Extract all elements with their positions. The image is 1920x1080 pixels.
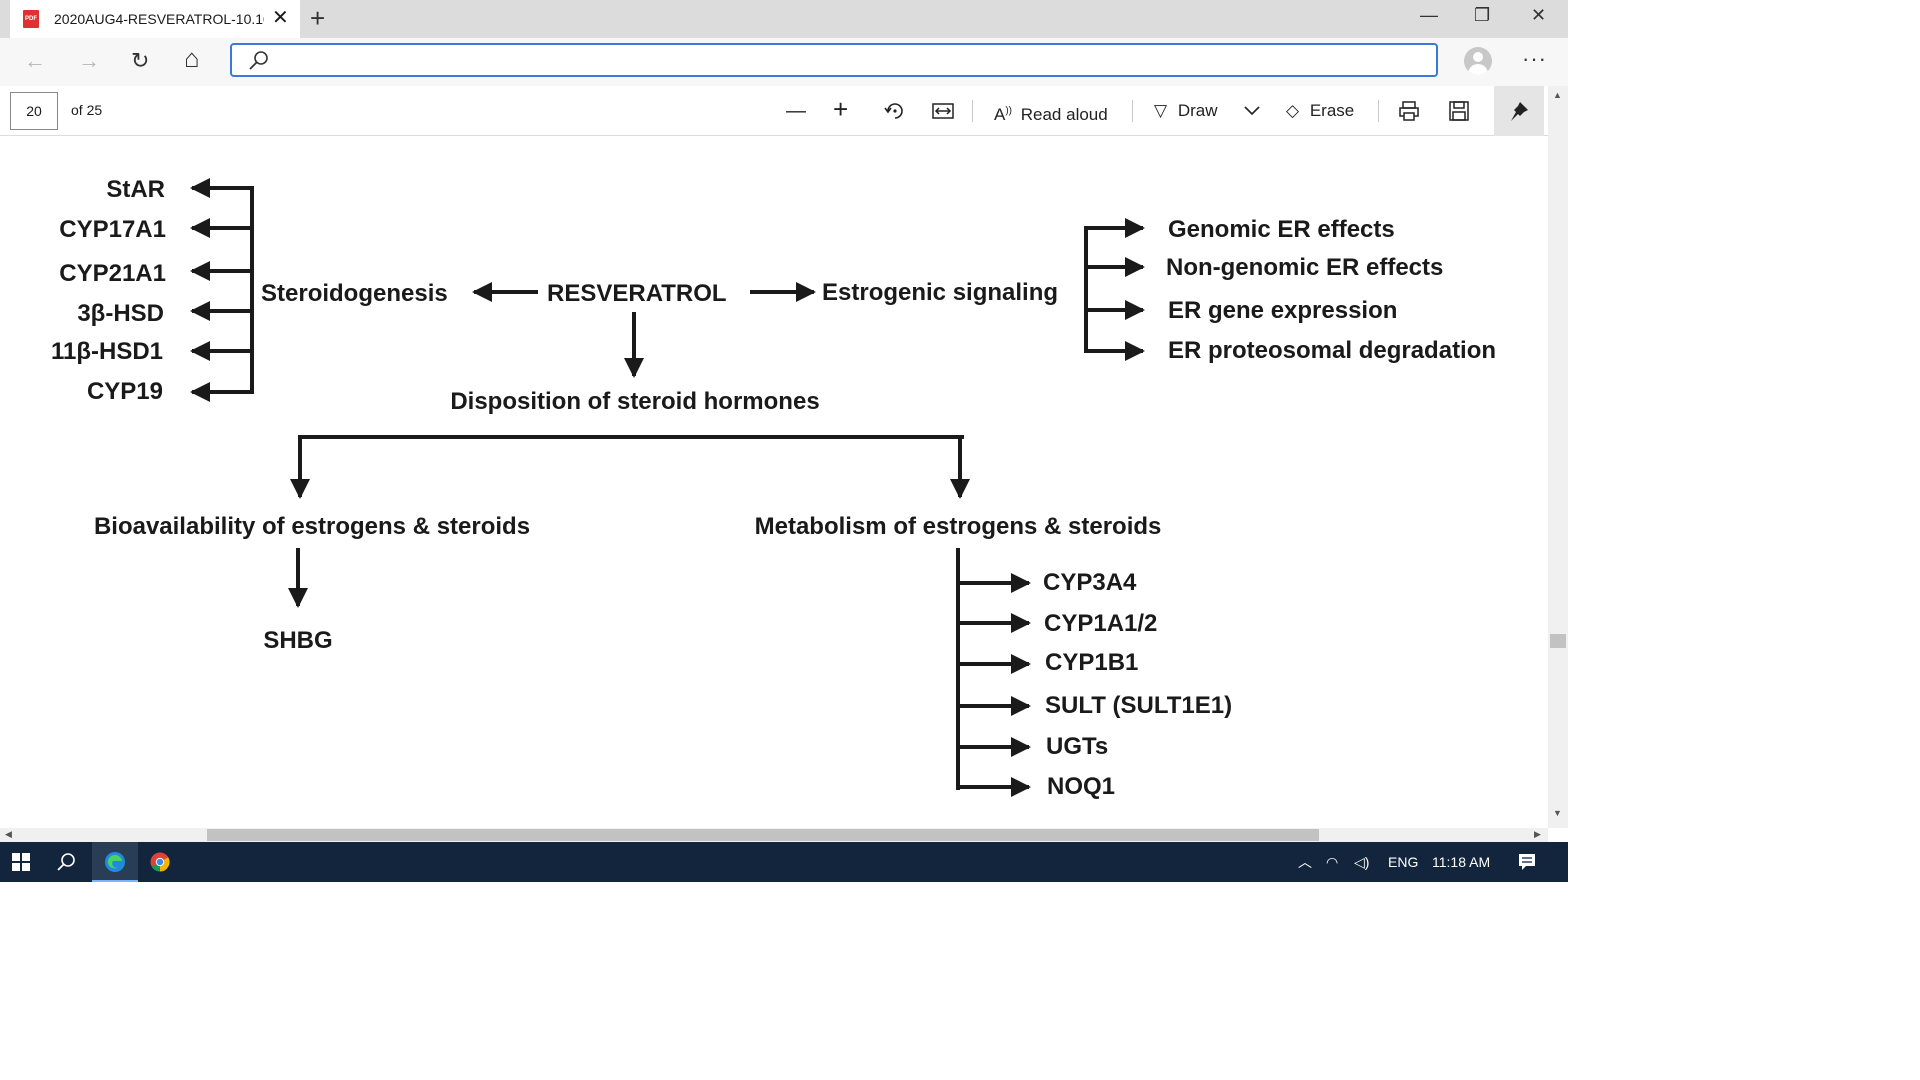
steroidogenesis-label: Steroidogenesis bbox=[261, 280, 448, 307]
rotate-icon[interactable] bbox=[884, 100, 906, 122]
draw-button[interactable]: ▽ Draw bbox=[1154, 98, 1217, 124]
scroll-right-arrow[interactable]: ▶ bbox=[1534, 829, 1541, 840]
read-aloud-icon: A)) bbox=[994, 104, 1013, 124]
forward-button[interactable]: → bbox=[78, 48, 100, 74]
toolbar-divider bbox=[1132, 100, 1133, 122]
wifi-icon[interactable]: ◠ bbox=[1326, 854, 1338, 870]
target-cyp19: CYP19 bbox=[87, 378, 163, 405]
eraser-icon: ◇ bbox=[1286, 101, 1300, 120]
pdf-file-icon: PDF bbox=[23, 10, 39, 28]
target-cyp3a4: CYP3A4 bbox=[1043, 569, 1137, 596]
save-icon[interactable] bbox=[1448, 100, 1470, 122]
horizontal-scroll-thumb[interactable] bbox=[207, 829, 1319, 841]
print-icon[interactable] bbox=[1398, 100, 1420, 122]
windows-start-icon[interactable] bbox=[12, 853, 30, 871]
toolbar-divider bbox=[1378, 100, 1379, 122]
disposition-label: Disposition of steroid hormones bbox=[450, 388, 819, 415]
target-genomic-er: Genomic ER effects bbox=[1168, 216, 1395, 243]
read-aloud-button[interactable]: A)) Read aloud bbox=[994, 98, 1108, 128]
language-indicator[interactable]: ENG bbox=[1388, 854, 1418, 870]
restore-button[interactable]: ❐ bbox=[1474, 5, 1490, 25]
refresh-button[interactable]: ↻ bbox=[131, 48, 149, 74]
navigation-bar: ← → ↻ ⌂ ··· bbox=[0, 38, 1568, 86]
target-star: StAR bbox=[106, 176, 165, 203]
target-3b-hsd: 3β-HSD bbox=[77, 300, 164, 327]
volume-icon[interactable]: ◁) bbox=[1354, 854, 1369, 870]
profile-avatar[interactable] bbox=[1464, 47, 1492, 75]
chevron-up-icon[interactable]: ︿ bbox=[1298, 854, 1312, 870]
target-cyp21a1: CYP21A1 bbox=[59, 260, 166, 287]
scroll-up-arrow[interactable]: ▲ bbox=[1553, 90, 1562, 100]
address-bar[interactable] bbox=[230, 43, 1438, 77]
search-icon[interactable] bbox=[56, 852, 76, 872]
edge-icon bbox=[105, 852, 125, 872]
target-er-proteosomal: ER proteosomal degradation bbox=[1168, 337, 1496, 364]
back-button[interactable]: ← bbox=[24, 48, 46, 74]
target-cyp1a12: CYP1A1/2 bbox=[1044, 610, 1157, 637]
target-noq1: NOQ1 bbox=[1047, 773, 1115, 800]
chevron-down-icon[interactable] bbox=[1244, 106, 1260, 116]
fit-to-width-icon[interactable] bbox=[932, 102, 954, 120]
draw-label: Draw bbox=[1177, 101, 1218, 120]
target-nongenomic-er: Non-genomic ER effects bbox=[1166, 254, 1443, 281]
zoom-out-button[interactable]: — bbox=[786, 98, 806, 124]
toolbar-divider bbox=[972, 100, 973, 122]
scroll-down-arrow[interactable]: ▼ bbox=[1553, 808, 1562, 818]
read-aloud-label: Read aloud bbox=[1020, 104, 1108, 124]
pin-toolbar-button[interactable] bbox=[1494, 86, 1544, 136]
scroll-left-arrow[interactable]: ◀ bbox=[5, 829, 12, 840]
close-tab-icon[interactable]: ✕ bbox=[272, 7, 289, 29]
pin-icon bbox=[1511, 102, 1528, 121]
tab-title: 2020AUG4-RESVERATROL-10.10 bbox=[54, 11, 264, 27]
target-cyp17a1: CYP17A1 bbox=[59, 216, 166, 243]
clock[interactable]: 11:18 AM bbox=[1432, 854, 1490, 870]
metabolism-label: Metabolism of estrogens & steroids bbox=[755, 513, 1162, 540]
vertical-scroll-thumb[interactable] bbox=[1550, 634, 1566, 648]
zoom-in-button[interactable]: + bbox=[833, 96, 848, 122]
erase-button[interactable]: ◇ Erase bbox=[1286, 98, 1354, 124]
notification-icon[interactable] bbox=[1518, 853, 1536, 871]
more-menu-button[interactable]: ··· bbox=[1522, 46, 1547, 72]
target-er-gene-expression: ER gene expression bbox=[1168, 297, 1397, 324]
vertical-scrollbar[interactable] bbox=[1548, 86, 1568, 828]
taskbar: ︿ ◠ ◁) ENG 11:18 AM bbox=[0, 842, 1568, 882]
page-total: of 25 bbox=[71, 102, 103, 118]
title-bar: PDF 2020AUG4-RESVERATROL-10.10 ✕ + — ❐ ✕ bbox=[0, 0, 1568, 38]
page-number-input[interactable]: 20 bbox=[10, 92, 58, 130]
shbg-label: SHBG bbox=[263, 627, 332, 654]
minimize-button[interactable]: — bbox=[1420, 5, 1438, 25]
target-ugts: UGTs bbox=[1046, 733, 1108, 760]
draw-pen-icon: ▽ bbox=[1154, 101, 1168, 120]
target-cyp1b1: CYP1B1 bbox=[1045, 649, 1138, 676]
edge-taskbar-button[interactable] bbox=[92, 842, 138, 882]
new-tab-button[interactable]: + bbox=[310, 3, 325, 33]
bioavailability-label: Bioavailability of estrogens & steroids bbox=[94, 513, 530, 540]
erase-label: Erase bbox=[1309, 101, 1355, 120]
close-window-button[interactable]: ✕ bbox=[1531, 5, 1546, 25]
browser-tab[interactable]: PDF 2020AUG4-RESVERATROL-10.10 ✕ bbox=[10, 0, 300, 38]
home-button[interactable]: ⌂ bbox=[184, 45, 200, 71]
target-11b-hsd1: 11β-HSD1 bbox=[51, 338, 163, 365]
estrogenic-signaling-label: Estrogenic signaling bbox=[822, 279, 1058, 306]
search-icon bbox=[249, 51, 268, 70]
resveratrol-label: RESVERATROL bbox=[547, 280, 727, 307]
pdf-toolbar: 20 of 25 — + A)) Read aloud ▽ Draw ◇ Era… bbox=[0, 86, 1568, 136]
target-sult: SULT (SULT1E1) bbox=[1045, 692, 1232, 719]
chrome-icon[interactable] bbox=[150, 852, 170, 872]
pdf-page: StAR CYP17A1 CYP21A1 3β-HSD 11β-HSD1 CYP… bbox=[0, 136, 1548, 828]
resveratrol-diagram: StAR CYP17A1 CYP21A1 3β-HSD 11β-HSD1 CYP… bbox=[51, 176, 1496, 800]
address-input[interactable] bbox=[278, 48, 1422, 74]
